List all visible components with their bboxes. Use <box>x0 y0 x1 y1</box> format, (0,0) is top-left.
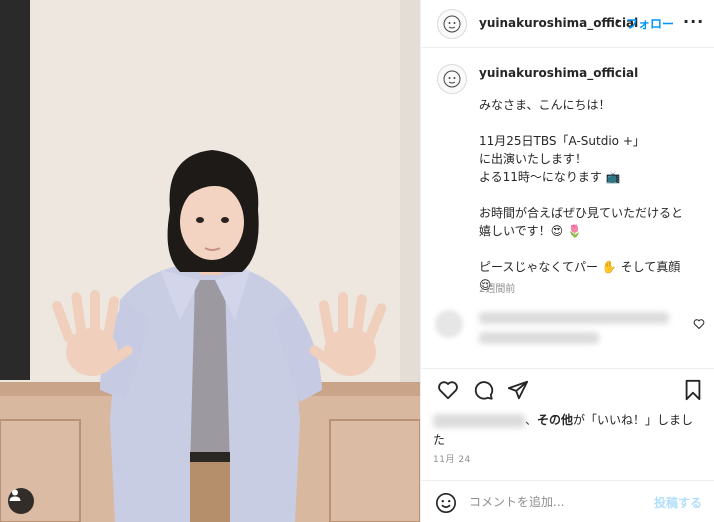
photo-illustration <box>0 0 420 522</box>
caption-line: お時間が合えばぜひ見ていただけると <box>479 206 684 220</box>
blurred-text <box>479 332 599 344</box>
action-bar <box>421 368 714 408</box>
caption-line: ピースじゃなくてパー ✋ そして真顔 <box>479 260 681 274</box>
comment-like-heart-icon[interactable] <box>693 318 705 330</box>
blurred-avatar <box>435 310 463 338</box>
caption-timestamp[interactable]: 2週間前 <box>479 280 515 295</box>
likes-text: が「いいね！」しまし <box>573 413 694 427</box>
separator-dot: • <box>614 15 622 29</box>
comment-icon[interactable] <box>472 379 494 401</box>
blurred-text <box>479 312 669 324</box>
follow-button[interactable]: フォロー <box>626 15 674 32</box>
user-tag-icon <box>9 489 21 501</box>
blurred-comment <box>433 304 691 360</box>
more-options-icon[interactable]: ··· <box>683 12 704 31</box>
paper-plane-icon[interactable] <box>507 379 529 401</box>
caption-line: 嬉しいです！😍 🌷 <box>479 224 582 238</box>
blurred-liker-name[interactable] <box>433 413 525 428</box>
caption-text: みなさま、こんにちは！ 11月25日TBS「A-Sutdio +」 に出演いたし… <box>479 96 707 294</box>
likes-summary: 、その他が「いいね！」しまし た <box>433 410 707 450</box>
smiley-icon[interactable] <box>435 492 457 514</box>
caption-line: みなさま、こんにちは！ <box>479 98 611 112</box>
caption-username[interactable]: yuinakuroshima_official <box>479 66 638 80</box>
post-header: yuinakuroshima_official • フォロー ··· <box>421 0 714 48</box>
avatar[interactable] <box>437 9 467 39</box>
heart-icon[interactable] <box>437 379 459 401</box>
user-tag-button[interactable] <box>8 488 34 514</box>
post-comment-button[interactable]: 投稿する <box>654 494 702 511</box>
caption-line: 11月25日TBS「A-Sutdio +」 <box>479 134 645 148</box>
likes-text-cont: た <box>433 433 446 447</box>
caption-avatar[interactable] <box>437 64 467 94</box>
bookmark-icon[interactable] <box>683 379 703 401</box>
post-date[interactable]: 11月 24 <box>433 452 471 465</box>
comment-input[interactable] <box>469 493 649 511</box>
avatar-sketch-icon <box>443 70 461 88</box>
likes-others-link[interactable]: その他 <box>537 413 573 427</box>
comment-bar: 投稿する <box>421 480 714 522</box>
caption-line: に出演いたします！ <box>479 152 588 166</box>
likes-separator: 、 <box>525 413 538 427</box>
post-side-panel: yuinakuroshima_official • フォロー ··· yuina… <box>420 0 714 522</box>
post-photo[interactable] <box>0 0 420 522</box>
caption-line: よる11時〜になります 📺 <box>479 170 621 184</box>
avatar-sketch-icon <box>443 15 461 33</box>
